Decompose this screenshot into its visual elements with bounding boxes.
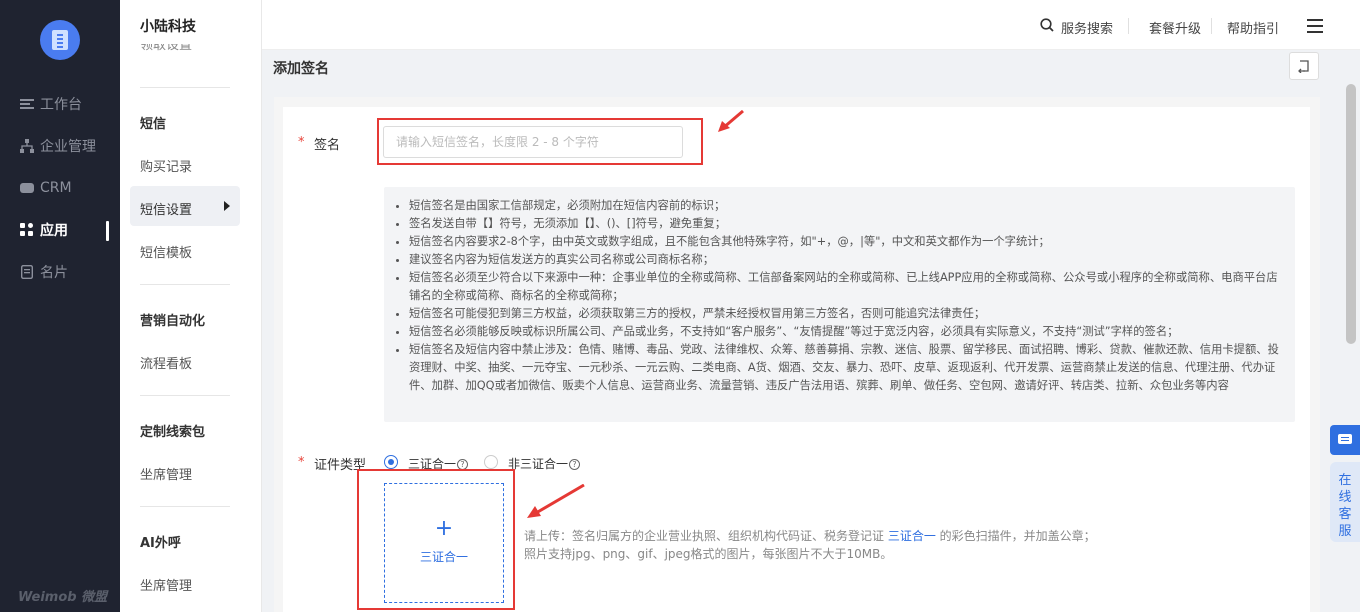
sub-item-seat-management-ai[interactable]: 坐席管理 bbox=[140, 575, 192, 594]
cert-option-radio[interactable] bbox=[484, 455, 498, 469]
divider bbox=[1128, 18, 1129, 34]
apps-icon bbox=[20, 223, 34, 237]
divider bbox=[1211, 18, 1212, 34]
chat-icon[interactable] bbox=[1330, 425, 1360, 455]
sub-item-purchase-records[interactable]: 购买记录 bbox=[140, 156, 192, 175]
divider bbox=[140, 284, 230, 285]
sub-item-seat-management[interactable]: 坐席管理 bbox=[140, 464, 192, 483]
service-search-link[interactable]: 服务搜索 bbox=[1061, 18, 1113, 37]
nav-item-card[interactable]: 名片 bbox=[20, 262, 68, 282]
card-icon bbox=[20, 265, 34, 279]
sub-group-marketing: 营销自动化 bbox=[140, 314, 206, 329]
divider bbox=[140, 395, 230, 396]
help-guide-link[interactable]: 帮助指引 bbox=[1227, 18, 1279, 37]
plan-upgrade-link[interactable]: 套餐升级 bbox=[1149, 18, 1201, 37]
nav-active-indicator bbox=[106, 221, 109, 241]
sub-group-ai-call: AI外呼 bbox=[140, 536, 181, 551]
caret-right-icon bbox=[224, 201, 230, 211]
crm-icon bbox=[20, 181, 34, 195]
rule-item: 短信签名内容要求2-8个字，由中英文或数字组成，且不能包含其他特殊字符，如"+，… bbox=[409, 233, 1285, 251]
return-icon bbox=[1298, 60, 1309, 73]
upload-hint-line2: 照片支持jpg、png、gif、jpeg格式的图片，每张图片不大于10MB。 bbox=[524, 547, 893, 561]
help-icon[interactable]: ? bbox=[569, 459, 581, 470]
rule-item: 建议签名内容为短信发送方的真实公司名称或公司商标名称； bbox=[409, 251, 1285, 269]
sub-group-leads: 定制线索包 bbox=[140, 425, 206, 440]
nav-item-workbench[interactable]: 工作台 bbox=[20, 94, 82, 114]
divider bbox=[140, 506, 230, 507]
org-icon bbox=[20, 139, 34, 153]
nav-item-apps[interactable]: 应用 bbox=[20, 220, 68, 240]
upload-hint-line1: 请上传：签名归属方的企业营业执照、组织机构代码证、税务登记证 三证合一 的彩色扫… bbox=[524, 529, 1096, 543]
scrollbar-thumb[interactable] bbox=[1346, 84, 1356, 344]
rule-item: 短信签名必须能够反映或标识所属公司、产品或业务，不支持如“客户服务”、“友情提醒… bbox=[409, 323, 1285, 341]
sub-item-flow-board[interactable]: 流程看板 bbox=[140, 353, 192, 372]
divider bbox=[140, 87, 230, 88]
hint-link: 三证合一 bbox=[887, 529, 936, 543]
weimob-logo: Weimob 微盟 bbox=[18, 590, 108, 605]
back-button[interactable] bbox=[1289, 52, 1319, 80]
company-logo[interactable] bbox=[40, 20, 80, 60]
search-icon[interactable] bbox=[1040, 18, 1054, 32]
rule-item: 短信签名是由国家工信部规定，必须附加在短信内容前的标识； bbox=[409, 197, 1285, 215]
workbench-icon bbox=[20, 97, 34, 111]
sub-item-sms-settings[interactable]: 短信设置 bbox=[140, 199, 192, 218]
annotation-box bbox=[377, 118, 703, 165]
signature-label: 签名 bbox=[314, 138, 341, 153]
online-service-tab[interactable]: 在线客服 bbox=[1330, 462, 1360, 542]
annotation-arrow-icon bbox=[527, 484, 585, 518]
required-mark: * bbox=[298, 135, 305, 150]
annotation-box bbox=[357, 469, 515, 610]
brand-name: 小陆科技 bbox=[140, 19, 196, 35]
nav-item-enterprise[interactable]: 企业管理 bbox=[20, 136, 96, 156]
page-title: 添加签名 bbox=[273, 61, 329, 77]
main-nav bbox=[0, 0, 120, 612]
sub-item-claim-settings[interactable]: 领取设置 bbox=[140, 44, 192, 56]
sub-item-sms-templates[interactable]: 短信模板 bbox=[140, 242, 192, 261]
required-mark: * bbox=[298, 455, 305, 470]
rule-item: 短信签名及短信内容中禁止涉及：色情、赌博、毒品、党政、法律维权、众筹、慈善募捐、… bbox=[409, 341, 1285, 395]
rule-item: 短信签名可能侵犯到第三方权益，必须获取第三方的授权，严禁未经授权冒用第三方签名，… bbox=[409, 305, 1285, 323]
nav-item-crm[interactable]: CRM bbox=[20, 178, 72, 198]
cert-option-not-three-in-one[interactable]: 非三证合一? bbox=[508, 455, 581, 472]
sub-nav bbox=[120, 0, 262, 612]
rule-item: 短信签名必须至少符合以下来源中一种：企事业单位的全称或简称、工信部备案网站的全称… bbox=[409, 269, 1285, 305]
sub-group-sms: 短信 bbox=[140, 117, 167, 132]
signature-rules: 短信签名是由国家工信部规定，必须附加在短信内容前的标识； 签名发送自带【】符号，… bbox=[384, 187, 1295, 422]
annotation-arrow-icon bbox=[718, 110, 744, 132]
rule-item: 签名发送自带【】符号，无须添加【】、()、[]符号，避免重复； bbox=[409, 215, 1285, 233]
menu-icon[interactable] bbox=[1307, 19, 1323, 21]
cert-option-radio-selected[interactable] bbox=[384, 455, 398, 469]
